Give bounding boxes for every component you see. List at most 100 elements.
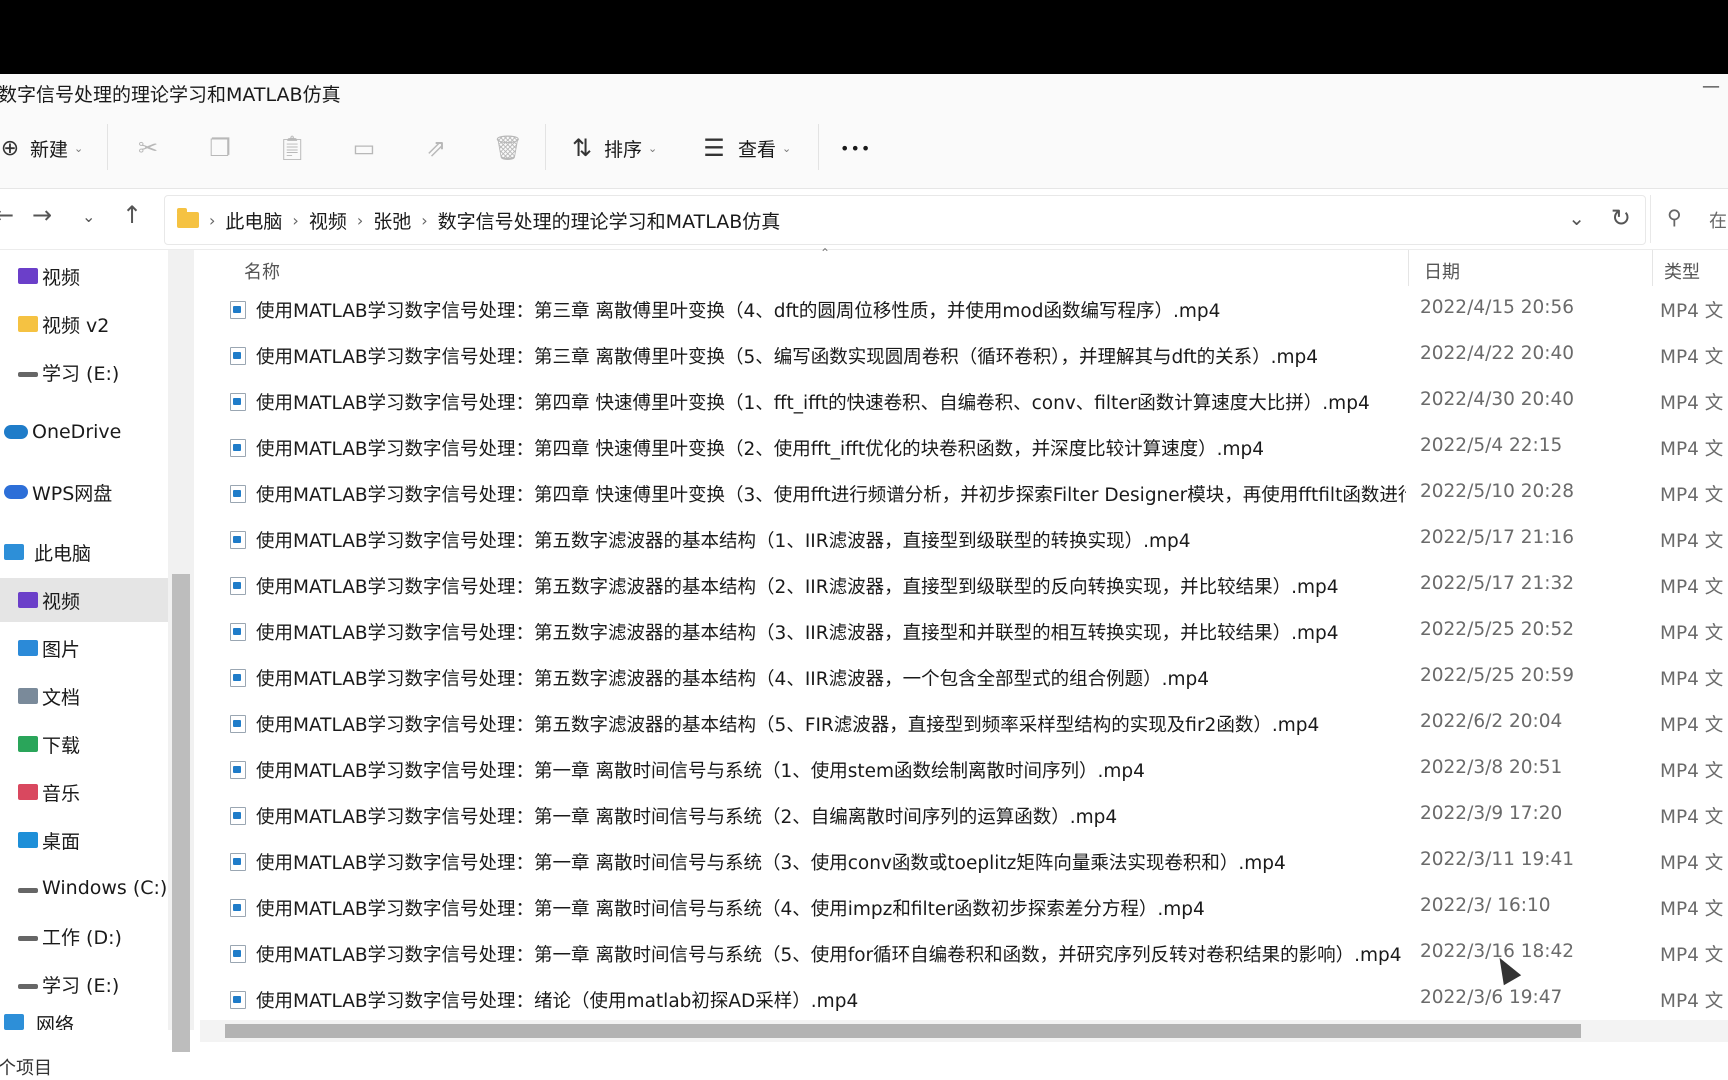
column-divider[interactable] bbox=[1652, 250, 1653, 286]
new-button[interactable]: ⊕ 新建 ⌄ bbox=[0, 132, 83, 164]
sidebar-item-music[interactable]: 音乐 bbox=[0, 770, 168, 814]
sidebar-item-videos[interactable]: 视频 bbox=[0, 254, 168, 298]
column-divider[interactable] bbox=[1408, 250, 1409, 286]
sidebar-item-drive-e[interactable]: 学习 (E:) bbox=[0, 350, 168, 394]
search-input[interactable]: ⚲ 在 bbox=[1650, 195, 1728, 243]
documents-icon bbox=[18, 688, 38, 704]
file-row[interactable]: 使用MATLAB学习数字信号处理：第三章 离散傅里叶变换（4、dft的圆周位移性… bbox=[194, 286, 1728, 332]
column-header-date[interactable]: 日期 bbox=[1424, 258, 1460, 284]
chevron-right-icon: › bbox=[421, 210, 428, 230]
file-name: 使用MATLAB学习数字信号处理：第四章 快速傅里叶变换（1、fft_ifft的… bbox=[256, 393, 1370, 414]
rename-button[interactable]: ▭ bbox=[348, 132, 380, 164]
sidebar-scrollbar-thumb[interactable] bbox=[172, 574, 190, 1080]
copy-button[interactable]: ❐ bbox=[204, 132, 236, 164]
file-list: ⌃ 名称 日期 类型 使用MATLAB学习数字信号处理：第三章 离散傅里叶变换（… bbox=[194, 246, 1728, 1030]
file-row[interactable]: 使用MATLAB学习数字信号处理：绪论（使用matlab初探AD采样）.mp4 2… bbox=[194, 976, 1728, 1022]
address-field[interactable]: › 此电脑 › 视频 › 张弛 › 数字信号处理的理论学习和MATLAB仿真 ⌄… bbox=[164, 195, 1646, 245]
horizontal-scrollbar-thumb[interactable] bbox=[225, 1024, 1581, 1038]
delete-button[interactable]: 🗑︎ bbox=[492, 132, 524, 164]
sidebar-item-label: 视频 v2 bbox=[42, 314, 110, 337]
file-row[interactable]: 使用MATLAB学习数字信号处理：第五数字滤波器的基本结构（1、IIR滤波器，直… bbox=[194, 516, 1728, 562]
forward-arrow-icon[interactable]: → bbox=[32, 201, 52, 229]
music-icon bbox=[18, 784, 38, 800]
sidebar-item-drive-d[interactable]: 工作 (D:) bbox=[0, 914, 168, 958]
sidebar-item-onedrive[interactable]: OneDrive bbox=[0, 410, 168, 454]
sidebar-item-label: 学习 (E:) bbox=[42, 974, 120, 997]
cut-button[interactable]: ✂ bbox=[132, 132, 164, 164]
minimize-button[interactable]: — bbox=[1702, 76, 1720, 97]
breadcrumb-item[interactable]: 张弛 bbox=[373, 207, 411, 234]
file-type: MP4 文 bbox=[1660, 531, 1724, 552]
file-type: MP4 文 bbox=[1660, 485, 1724, 506]
more-options-button[interactable]: ••• bbox=[840, 132, 871, 164]
sort-button[interactable]: ⇅ 排序 ⌄ bbox=[566, 132, 657, 164]
pictures-icon bbox=[18, 640, 38, 656]
title-bar: 数字信号处理的理论学习和MATLAB仿真 — bbox=[0, 74, 1728, 110]
file-row[interactable]: 使用MATLAB学习数字信号处理：第一章 离散时间信号与系统（2、自编离散时间序… bbox=[194, 792, 1728, 838]
pc-icon bbox=[4, 544, 24, 560]
file-row[interactable]: 使用MATLAB学习数字信号处理：第一章 离散时间信号与系统（1、使用stem函… bbox=[194, 746, 1728, 792]
chevron-down-icon: ⌄ bbox=[74, 141, 84, 155]
video-folder-icon bbox=[18, 592, 38, 608]
paste-button[interactable]: 📋︎ bbox=[276, 132, 308, 164]
folder-icon bbox=[177, 208, 199, 228]
column-header-name[interactable]: 名称 bbox=[244, 258, 280, 284]
sidebar-item-drive-e-2[interactable]: 学习 (E:) bbox=[0, 962, 168, 1006]
network-icon bbox=[4, 1014, 24, 1030]
scissors-icon: ✂ bbox=[137, 134, 159, 162]
drive-icon bbox=[18, 983, 38, 989]
sidebar-item-this-pc[interactable]: 此电脑 bbox=[0, 530, 168, 574]
file-row[interactable]: 使用MATLAB学习数字信号处理：第五数字滤波器的基本结构（2、IIR滤波器，直… bbox=[194, 562, 1728, 608]
file-row[interactable]: 使用MATLAB学习数字信号处理：第一章 离散时间信号与系统（3、使用conv函… bbox=[194, 838, 1728, 884]
file-date: 2022/3/11 19:41 bbox=[1420, 849, 1575, 870]
file-date: 2022/3/ 16:10 bbox=[1420, 895, 1551, 916]
sidebar-item-label: 学习 (E:) bbox=[42, 362, 120, 385]
chevron-right-icon: › bbox=[209, 210, 216, 230]
video-file-icon bbox=[230, 485, 246, 503]
desktop-icon bbox=[18, 832, 38, 848]
recent-locations-chevron-icon[interactable]: ⌄ bbox=[82, 207, 95, 226]
file-row[interactable]: 使用MATLAB学习数字信号处理：第五数字滤波器的基本结构（3、IIR滤波器，直… bbox=[194, 608, 1728, 654]
refresh-icon[interactable]: ↻ bbox=[1611, 204, 1631, 232]
file-row[interactable]: 使用MATLAB学习数字信号处理：第五数字滤波器的基本结构（4、IIR滤波器，一… bbox=[194, 654, 1728, 700]
column-header-type[interactable]: 类型 bbox=[1664, 258, 1700, 284]
video-file-icon bbox=[230, 623, 246, 641]
video-file-icon bbox=[230, 301, 246, 319]
back-arrow-icon[interactable]: ← bbox=[0, 201, 14, 229]
share-button[interactable]: ⇗ bbox=[420, 132, 452, 164]
sidebar-item-documents[interactable]: 文档 bbox=[0, 674, 168, 718]
breadcrumb-item[interactable]: 数字信号处理的理论学习和MATLAB仿真 bbox=[438, 207, 781, 234]
new-button-label: 新建 bbox=[30, 138, 69, 161]
up-arrow-icon[interactable]: ↑ bbox=[122, 201, 142, 229]
file-row[interactable]: 使用MATLAB学习数字信号处理：第四章 快速傅里叶变换（2、使用fft_iff… bbox=[194, 424, 1728, 470]
sidebar-item-videos-pc[interactable]: 视频 bbox=[0, 578, 168, 622]
sidebar-item-drive-c[interactable]: Windows (C:) bbox=[0, 866, 168, 910]
breadcrumb-item[interactable]: 视频 bbox=[309, 207, 347, 234]
file-row[interactable]: 使用MATLAB学习数字信号处理：第一章 离散时间信号与系统（4、使用impz和… bbox=[194, 884, 1728, 930]
cloud-icon bbox=[4, 425, 28, 439]
view-button[interactable]: ☰ 查看 ⌄ bbox=[698, 132, 791, 164]
sidebar-item-wps[interactable]: WPS网盘 bbox=[0, 470, 168, 514]
sidebar-item-network[interactable]: 网络 bbox=[0, 1010, 168, 1030]
address-history-chevron-icon[interactable]: ⌄ bbox=[1568, 206, 1585, 230]
file-row[interactable]: 使用MATLAB学习数字信号处理：第四章 快速傅里叶变换（3、使用fft进行频谱… bbox=[194, 470, 1728, 516]
sidebar-item-label: 图片 bbox=[42, 638, 81, 661]
video-file-icon bbox=[230, 899, 246, 917]
sidebar-item-desktop[interactable]: 桌面 bbox=[0, 818, 168, 862]
file-row[interactable]: 使用MATLAB学习数字信号处理：第五数字滤波器的基本结构（5、FIR滤波器，直… bbox=[194, 700, 1728, 746]
sidebar-item-downloads[interactable]: 下载 bbox=[0, 722, 168, 766]
clipboard-icon: 📋︎ bbox=[276, 134, 308, 162]
breadcrumb-item[interactable]: 此电脑 bbox=[225, 207, 282, 234]
chevron-right-icon: › bbox=[356, 210, 364, 230]
sidebar-item-videos-v2[interactable]: 视频 v2 bbox=[0, 302, 168, 346]
toolbar-divider bbox=[545, 124, 546, 170]
video-file-icon bbox=[230, 945, 246, 963]
sidebar-item-pictures[interactable]: 图片 bbox=[0, 626, 168, 670]
file-name: 使用MATLAB学习数字信号处理：第三章 离散傅里叶变换（4、dft的圆周位移性… bbox=[256, 301, 1221, 322]
file-row[interactable]: 使用MATLAB学习数字信号处理：第四章 快速傅里叶变换（1、fft_ifft的… bbox=[194, 378, 1728, 424]
plus-icon: ⊕ bbox=[0, 135, 20, 161]
status-bar: 个项目 bbox=[0, 1052, 1728, 1080]
file-name: 使用MATLAB学习数字信号处理：第五数字滤波器的基本结构（2、IIR滤波器，直… bbox=[256, 577, 1339, 598]
file-row[interactable]: 使用MATLAB学习数字信号处理：第三章 离散傅里叶变换（5、编写函数实现圆周卷… bbox=[194, 332, 1728, 378]
file-name: 使用MATLAB学习数字信号处理：第一章 离散时间信号与系统（2、自编离散时间序… bbox=[256, 807, 1118, 828]
